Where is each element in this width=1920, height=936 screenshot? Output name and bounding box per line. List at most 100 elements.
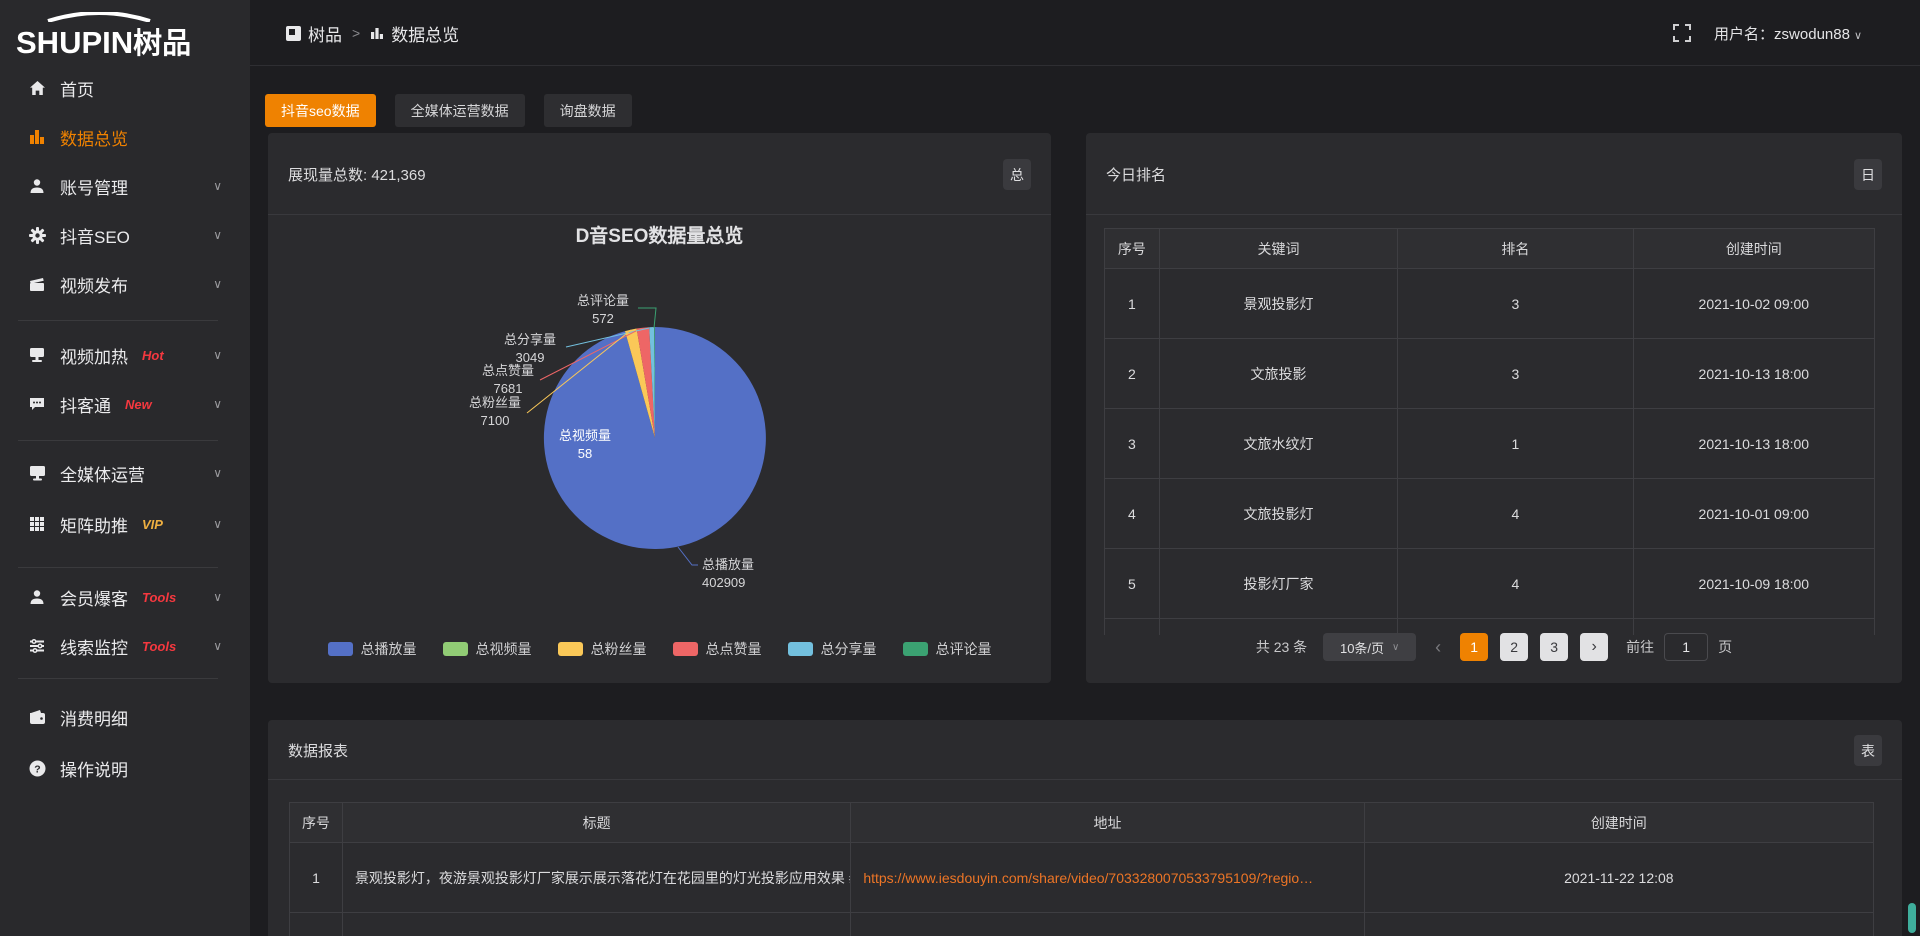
- ranking-table-row: 4 文旅投影灯 4 2021-10-01 09:00: [1105, 479, 1874, 549]
- ranking-table-row: 5 投影灯厂家 4 2021-10-09 18:00: [1105, 549, 1874, 619]
- next-page-button[interactable]: ›: [1580, 633, 1608, 661]
- legend-swatch: [558, 642, 583, 656]
- data-report-panel: 数据报表 表 序号 标题 地址 创建时间 1 景观投影灯，夜游景观投影灯厂家展示…: [268, 720, 1902, 936]
- pagination-total: 共 23 条: [1256, 637, 1307, 657]
- legend-item-comments[interactable]: 总评论量: [903, 639, 992, 659]
- table-badge[interactable]: 表: [1854, 735, 1882, 766]
- scrollbar-thumb[interactable]: [1908, 903, 1916, 933]
- sidebar-item-home[interactable]: 首页: [0, 68, 250, 108]
- tab-media-ops[interactable]: 全媒体运营数据: [395, 94, 525, 127]
- gear-icon: [28, 226, 46, 244]
- wallet-icon: [28, 708, 46, 726]
- chat-icon: [28, 395, 46, 413]
- pagination: 共 23 条 10条/页∨ ‹ 1 2 3 › 前往 页: [1086, 633, 1902, 661]
- sidebar-item-video-heat[interactable]: 视频加热 Hot ∨: [0, 335, 250, 375]
- chevron-down-icon: ∨: [213, 639, 222, 653]
- col-header-title: 标题: [343, 803, 851, 842]
- report-title: 数据报表: [288, 720, 348, 780]
- tab-inquiry[interactable]: 询盘数据: [544, 94, 632, 127]
- logo-text-cn: 树品: [133, 28, 191, 60]
- sidebar-item-video-publish[interactable]: 视频发布 ∨: [0, 264, 250, 304]
- mini-bar-chart-icon: [370, 26, 384, 40]
- leader-plays: [678, 547, 698, 565]
- sidebar-item-member[interactable]: 会员爆客 Tools ∨: [0, 577, 250, 617]
- seo-chart-panel: 展现量总数: 421,369 总 D音SEO数据量总览 总评论量 572 总分享…: [268, 133, 1051, 683]
- legend-swatch: [903, 642, 928, 656]
- goto-page: 前往 页: [1626, 633, 1732, 661]
- tools-badge: Tools: [142, 590, 176, 605]
- report-table-row: 1 景观投影灯，夜游景观投影灯厂家展示展示落花灯在花园里的灯光投影应用效果 # …: [290, 843, 1873, 913]
- ranking-table-row: 2 文旅投影 3 2021-10-13 18:00: [1105, 339, 1874, 409]
- sidebar-item-matrix-boost[interactable]: 矩阵助推 VIP ∨: [0, 504, 250, 544]
- sidebar-item-label: 操作说明: [60, 756, 128, 781]
- legend-item-videos[interactable]: 总视频量: [443, 639, 532, 659]
- ranking-table-row: 1 景观投影灯 3 2021-10-02 09:00: [1105, 269, 1874, 339]
- sidebar-item-label: 会员爆客: [60, 585, 128, 610]
- col-header-url: 地址: [851, 803, 1364, 842]
- chevron-down-icon: ∨: [213, 466, 222, 480]
- page-button-3[interactable]: 3: [1540, 633, 1568, 661]
- ranking-panel-header: 今日排名 日: [1086, 133, 1902, 215]
- leader-comments: [638, 308, 656, 328]
- label-plays-value: 402909: [702, 575, 745, 590]
- label-comments-name: 总评论量: [577, 293, 629, 308]
- ranking-table: 序号 关键词 排名 创建时间 1 景观投影灯 3 2021-10-02 09:0…: [1104, 228, 1875, 635]
- breadcrumb-separator: >: [352, 25, 360, 41]
- sidebar-item-consumption[interactable]: 消费明细: [0, 697, 250, 737]
- page-button-2[interactable]: 2: [1500, 633, 1528, 661]
- legend-item-plays[interactable]: 总播放量: [328, 639, 417, 659]
- home-icon: [28, 79, 46, 97]
- ranking-table-header: 序号 关键词 排名 创建时间: [1105, 229, 1874, 269]
- legend-swatch: [788, 642, 813, 656]
- label-likes-value: 7681: [494, 381, 523, 396]
- goto-page-input[interactable]: [1664, 633, 1708, 661]
- pie-chart: 总评论量 572 总分享量 3049 总点赞量 7681 总粉丝量 7100 总…: [268, 133, 1051, 683]
- chart-legend: 总播放量 总视频量 总粉丝量 总点赞量 总分享量 总评论量: [268, 639, 1051, 659]
- col-header-seq: 序号: [1105, 229, 1160, 268]
- legend-item-shares[interactable]: 总分享量: [788, 639, 877, 659]
- svg-text:?: ?: [34, 763, 40, 775]
- col-header-seq: 序号: [290, 803, 343, 842]
- sidebar-item-label: 抖音SEO: [60, 223, 130, 248]
- sidebar: SHUPIN树品 首页 数据总览 账号管理 ∨ 抖音SEO ∨ 视频发布 ∨: [0, 0, 250, 936]
- legend-item-likes[interactable]: 总点赞量: [673, 639, 762, 659]
- goto-label: 前往: [1626, 637, 1654, 657]
- fullscreen-icon[interactable]: [1672, 23, 1692, 43]
- page-size-select[interactable]: 10条/页∨: [1323, 633, 1416, 661]
- user-menu[interactable]: 用户名：zswodun88∨: [1714, 23, 1862, 44]
- label-fans-value: 7100: [481, 413, 510, 428]
- col-header-keyword: 关键词: [1160, 229, 1398, 268]
- col-header-created: 创建时间: [1365, 803, 1873, 842]
- legend-swatch: [328, 642, 353, 656]
- sidebar-item-clue-monitor[interactable]: 线索监控 Tools ∨: [0, 626, 250, 666]
- sidebar-item-douketong[interactable]: 抖客通 New ∨: [0, 384, 250, 424]
- breadcrumb: 树品 > 数据总览: [286, 0, 459, 66]
- day-badge[interactable]: 日: [1854, 159, 1882, 190]
- video-heat-icon: [28, 346, 46, 364]
- sidebar-item-media-ops[interactable]: 全媒体运营 ∨: [0, 453, 250, 493]
- col-header-rank: 排名: [1398, 229, 1633, 268]
- sidebar-item-label: 全媒体运营: [60, 461, 145, 486]
- label-shares-name: 总分享量: [504, 332, 556, 347]
- breadcrumb-home[interactable]: 树品: [286, 21, 342, 46]
- breadcrumb-current[interactable]: 数据总览: [370, 21, 459, 46]
- report-table-header: 序号 标题 地址 创建时间: [290, 803, 1873, 843]
- tools-badge: Tools: [142, 639, 176, 654]
- sidebar-item-account[interactable]: 账号管理 ∨: [0, 166, 250, 206]
- report-table-row-partial: [290, 913, 1873, 936]
- page-button-1[interactable]: 1: [1460, 633, 1488, 661]
- chevron-down-icon: ∨: [213, 348, 222, 362]
- chevron-down-icon: ∨: [1854, 30, 1862, 42]
- sidebar-item-label: 抖客通: [60, 392, 111, 417]
- chevron-down-icon: ∨: [213, 517, 222, 531]
- sidebar-item-data-overview[interactable]: 数据总览: [0, 117, 250, 157]
- today-ranking-panel: 今日排名 日 序号 关键词 排名 创建时间 1 景观投影灯 3 2021-10-…: [1086, 133, 1902, 683]
- sidebar-item-help[interactable]: ? 操作说明: [0, 748, 250, 788]
- sidebar-item-label: 线索监控: [60, 634, 128, 659]
- sliders-icon: [28, 637, 46, 655]
- prev-page-button[interactable]: ‹: [1428, 633, 1448, 661]
- legend-item-fans[interactable]: 总粉丝量: [558, 639, 647, 659]
- tab-douyin-seo[interactable]: 抖音seo数据: [265, 94, 376, 127]
- report-row-url-link[interactable]: https://www.iesdouyin.com/share/video/70…: [863, 870, 1313, 886]
- sidebar-item-douyin-seo[interactable]: 抖音SEO ∨: [0, 215, 250, 255]
